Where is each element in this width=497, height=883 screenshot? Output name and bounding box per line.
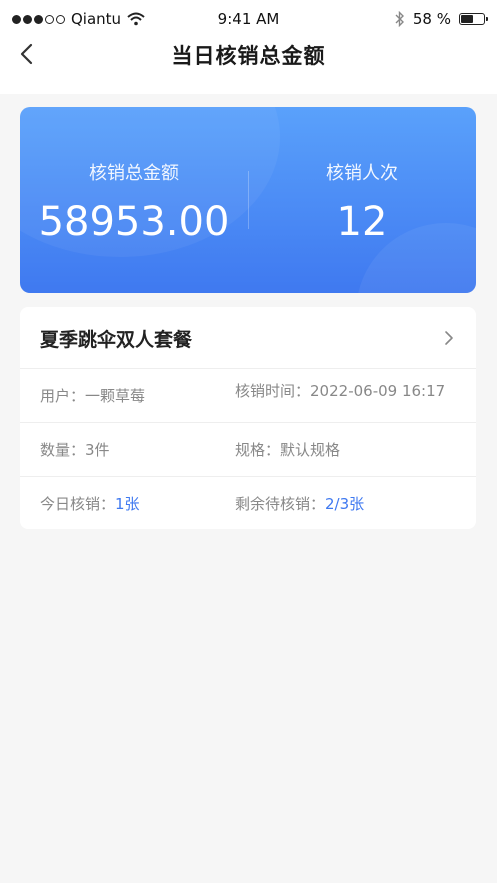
verify-count-value: 12 (336, 199, 388, 245)
bluetooth-icon (395, 11, 404, 27)
today-verified-info: 今日核销：1张 (40, 477, 140, 531)
summary-card: 核销总金额 58953.00 核销人次 12 (20, 107, 476, 293)
battery-icon (459, 13, 488, 25)
total-amount-value: 58953.00 (38, 199, 230, 245)
spec-label: 规格： (235, 441, 281, 459)
chevron-right-icon[interactable] (442, 329, 456, 347)
remaining-verify-label: 剩余待核销： (235, 495, 326, 513)
order-card-header[interactable]: 夏季跳伞双人套餐 (20, 307, 476, 369)
quantity-info: 数量：3件 (40, 423, 110, 477)
remaining-verify-info: 剩余待核销：2/3张 (235, 477, 364, 531)
product-name: 夏季跳伞双人套餐 (40, 329, 193, 351)
today-verified-value: 1张 (115, 495, 140, 513)
order-row-user-time: 用户：一颗草莓 核销时间：2022-06-09 16:17 (20, 369, 476, 423)
status-right: 58 % (395, 10, 488, 28)
verify-count-section: 核销人次 12 (248, 107, 476, 293)
order-card: 夏季跳伞双人套餐 用户：一颗草莓 核销时间：2022-06-09 16:17 数… (20, 307, 476, 529)
verify-count-label: 核销人次 (326, 163, 398, 184)
order-row-verify-status: 今日核销：1张 剩余待核销：2/3张 (20, 477, 476, 531)
remaining-verify-value: 2/3张 (325, 495, 365, 513)
user-label: 用户： (40, 387, 86, 405)
spec-info: 规格：默认规格 (235, 423, 340, 477)
verify-time-info: 核销时间：2022-06-09 16:17 (235, 369, 445, 413)
user-info: 用户：一颗草莓 (40, 369, 145, 423)
total-amount-label: 核销总金额 (89, 163, 179, 184)
verify-time-label: 核销时间： (235, 382, 311, 400)
page-title: 当日核销总金额 (171, 44, 326, 68)
verify-time-value: 2022-06-09 16:17 (310, 382, 446, 400)
today-verified-label: 今日核销： (40, 495, 116, 513)
quantity-label: 数量： (40, 441, 86, 459)
quantity-value: 3件 (85, 441, 110, 459)
user-value: 一颗草莓 (85, 387, 146, 405)
battery-percent: 58 % (412, 10, 451, 28)
order-row-qty-spec: 数量：3件 规格：默认规格 (20, 423, 476, 477)
navigation-bar: 当日核销总金额 (0, 28, 497, 94)
total-amount-section: 核销总金额 58953.00 (20, 107, 248, 293)
spec-value: 默认规格 (280, 441, 341, 459)
